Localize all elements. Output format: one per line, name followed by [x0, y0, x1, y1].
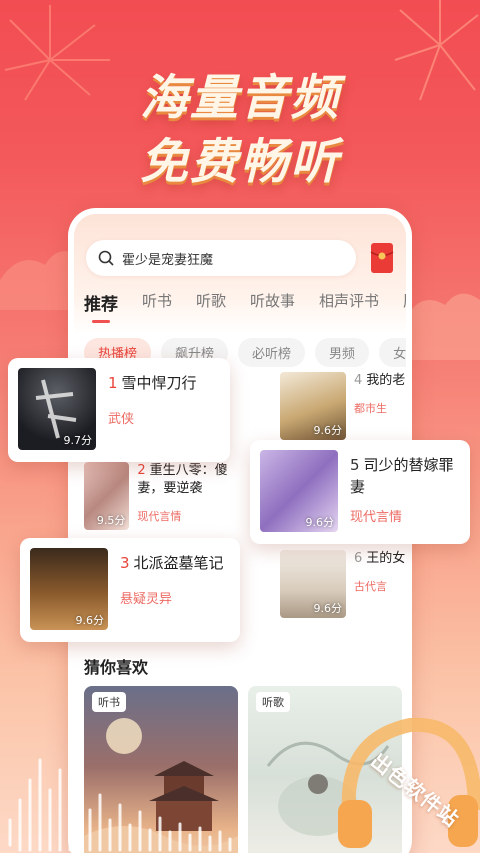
card-type-label: 听书	[92, 692, 126, 712]
score-label: 9.6分	[313, 424, 343, 437]
book-cover: 9.6分	[260, 450, 338, 532]
rank-item-4[interactable]: 9.6分 4 我的老 都市生	[280, 372, 406, 440]
rank-item-6[interactable]: 9.6分 6 王的女 古代言	[280, 550, 406, 618]
book-title: 王的女	[366, 551, 406, 566]
genre-tag: 悬疑灵异	[120, 592, 173, 607]
genre-tag: 古代言	[354, 580, 387, 593]
chip-must-listen[interactable]: 必听榜	[238, 338, 306, 367]
headline-massive-audio: 海量音频	[139, 70, 340, 126]
red-packet-icon[interactable]	[370, 242, 394, 274]
rank-number: 6	[354, 551, 363, 566]
score-label: 9.6分	[305, 516, 335, 529]
tab-stories[interactable]: 听故事	[250, 290, 295, 315]
tab-recommend[interactable]: 推荐	[84, 290, 118, 323]
chip-female[interactable]: 女	[379, 338, 406, 367]
genre-tag: 都市生	[354, 402, 387, 415]
tab-music[interactable]: 听歌	[196, 290, 226, 315]
chip-male[interactable]: 男频	[315, 338, 370, 367]
book-title: 重生八零：傻妻，要逆袭	[137, 463, 228, 496]
rank-item-5-floating-card[interactable]: 9.6分 5 司少的替嫁罪妻 现代言情	[250, 440, 470, 544]
rank-item-3-floating-card[interactable]: 9.6分 3 北派盗墓笔记 悬疑灵异	[20, 538, 240, 642]
genre-tag: 现代言情	[350, 510, 403, 525]
tab-audiobook[interactable]: 听书	[142, 290, 172, 315]
search-bar[interactable]: 霍少是宠妻狂魔	[86, 240, 356, 276]
category-tabs: 推荐 听书 听歌 听故事 相声评书 历	[84, 290, 406, 323]
rank-item-1-floating-card[interactable]: 9.7分 1 雪中悍刀行 武侠	[8, 358, 230, 462]
score-label: 9.7分	[63, 434, 93, 447]
section-title-guess-you-like: 猜你喜欢	[84, 658, 149, 677]
book-title: 司少的替嫁罪妻	[350, 456, 454, 496]
tab-crosstalk[interactable]: 相声评书	[319, 290, 379, 315]
rank-number: 3	[120, 554, 130, 572]
book-cover: 9.6分	[280, 372, 346, 440]
search-icon	[98, 250, 114, 266]
rank-number: 5	[350, 456, 360, 474]
card-type-label: 听歌	[256, 692, 290, 712]
rank-item-2[interactable]: 9.5分 2 重生八零：傻妻，要逆袭 现代言情	[84, 462, 244, 530]
score-label: 9.5分	[96, 514, 126, 527]
search-query-text: 霍少是宠妻狂魔	[122, 252, 214, 268]
book-cover: 9.6分	[30, 548, 108, 630]
cloud-right-decoration	[405, 293, 480, 360]
rank-number: 2	[137, 463, 146, 478]
rank-number: 4	[354, 373, 363, 388]
genre-tag: 武侠	[108, 412, 135, 427]
genre-tag: 现代言情	[137, 510, 182, 523]
sound-wave-decoration	[8, 758, 242, 852]
book-cover: 9.6分	[280, 550, 346, 618]
book-title: 雪中悍刀行	[121, 374, 197, 392]
book-cover: 9.5分	[84, 462, 130, 530]
score-label: 9.6分	[75, 614, 105, 627]
book-title: 我的老	[366, 373, 406, 388]
tab-history[interactable]: 历	[403, 290, 406, 315]
rank-number: 1	[108, 374, 118, 392]
book-cover: 9.7分	[18, 368, 96, 450]
book-title: 北派盗墓笔记	[133, 554, 224, 572]
score-label: 9.6分	[313, 602, 343, 615]
headline-free-listening: 免费畅听	[139, 134, 340, 190]
